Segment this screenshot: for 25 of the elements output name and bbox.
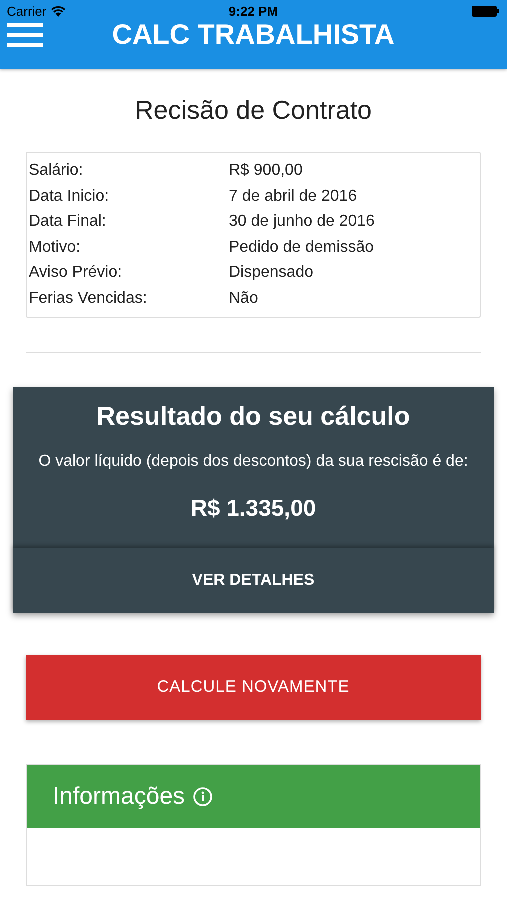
result-amount: R$ 1.335,00 (190, 495, 316, 522)
recalculate-button[interactable]: CALCULE NOVAMENTE (26, 655, 481, 720)
field-value: R$ 900,00 (228, 161, 304, 181)
field-label: Data Final: (28, 212, 108, 232)
time-label: 9:22 PM (228, 4, 278, 18)
field-value: 7 de abril de 2016 (228, 186, 358, 206)
page-title: Recisão de Contrato (134, 95, 374, 126)
battery-icon (472, 6, 500, 16)
wifi-icon (50, 6, 66, 16)
info-title: Informações (53, 782, 186, 810)
field-label: Ferias Vencidas: (28, 288, 148, 308)
field-label: Salário: (28, 161, 84, 181)
result-description: O valor líquido (depois dos descontos) da sua rescisão é de: (38, 452, 468, 472)
result-title: Resultado do seu cálculo (96, 401, 410, 432)
field-label: Aviso Prévio: (28, 263, 124, 283)
field-value: Não (228, 288, 260, 308)
carrier-label: Carrier (7, 4, 47, 18)
field-value: 30 de junho de 2016 (228, 212, 376, 232)
info-icon[interactable] (193, 786, 214, 806)
field-label: Data Inicio: (28, 186, 110, 206)
menu-icon[interactable] (7, 23, 43, 47)
field-value: Dispensado (228, 263, 314, 283)
field-value: Pedido de demissão (228, 238, 375, 258)
app-title: CALC TRABALHISTA (111, 19, 396, 51)
field-label: Motivo: (28, 238, 82, 258)
